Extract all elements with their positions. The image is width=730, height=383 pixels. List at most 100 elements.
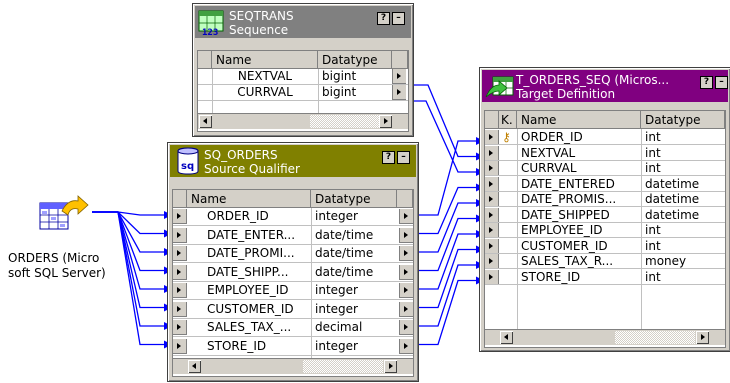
scroll-track[interactable]	[310, 115, 380, 128]
port-name: NEXTVAL	[237, 69, 293, 83]
minimize-button[interactable]: –	[715, 76, 728, 89]
source-label-line1: ORDERS (Micro	[8, 251, 100, 265]
port-row[interactable]: DATE_PROMIS... datetime	[485, 192, 725, 207]
seqtrans-titlebar[interactable]: 123 SEQTRANS Sequence ? –	[195, 6, 411, 38]
minimize-button[interactable]: –	[397, 151, 410, 164]
minimize-button[interactable]: –	[392, 12, 405, 25]
port-datatype: bigint	[322, 69, 357, 83]
port-datatype: bigint	[322, 85, 357, 99]
help-button[interactable]: ?	[700, 76, 713, 89]
link-line	[411, 100, 476, 173]
output-port-arrow[interactable]	[399, 246, 413, 261]
seqtrans-window[interactable]: 123 SEQTRANS Sequence ? – Name Datatype …	[192, 3, 414, 137]
input-port-arrow[interactable]	[173, 209, 187, 224]
input-port-arrow[interactable]	[485, 223, 499, 238]
seqtrans-hscrollbar[interactable]	[198, 113, 408, 129]
output-port-arrow[interactable]	[399, 227, 413, 243]
target-window[interactable]: T_ORDERS_SEQ (Micros... Target Definitio…	[479, 67, 730, 352]
help-button[interactable]: ?	[382, 151, 395, 164]
target-header-name[interactable]: Name	[517, 111, 641, 129]
scroll-right-button[interactable]	[696, 331, 709, 344]
seqtrans-header-datatype[interactable]: Datatype	[318, 51, 392, 69]
scroll-track[interactable]	[615, 331, 695, 344]
input-port-arrow[interactable]	[173, 338, 187, 354]
port-row[interactable]: SALES_TAX_... decimal	[173, 320, 413, 335]
input-port-arrow[interactable]	[173, 264, 187, 280]
sq-orders-header-blank	[173, 190, 187, 208]
input-port-arrow[interactable]	[485, 192, 499, 207]
link-line	[416, 186, 476, 235]
input-port-arrow[interactable]	[173, 246, 187, 261]
target-header-datatype[interactable]: Datatype	[641, 111, 725, 129]
scroll-left-button[interactable]	[188, 360, 201, 373]
input-port-arrow[interactable]	[485, 161, 499, 176]
output-port-arrow[interactable]	[399, 264, 413, 280]
port-datatype: date/time	[315, 264, 374, 279]
port-row[interactable]: CUSTOMER_ID int	[485, 238, 725, 254]
scroll-left-button[interactable]	[500, 331, 513, 344]
help-button[interactable]: ?	[377, 12, 390, 25]
input-port-arrow[interactable]	[485, 207, 499, 223]
input-port-arrow[interactable]	[173, 301, 187, 317]
row-separator	[173, 280, 413, 282]
source-orders[interactable]: ORDERS (Micro soft SQL Server)	[8, 195, 118, 290]
port-row[interactable]: CURRVAL int	[485, 161, 725, 176]
port-row[interactable]: STORE_ID integer	[173, 338, 413, 354]
output-port-arrow[interactable]	[399, 301, 413, 317]
target-titlebar[interactable]: T_ORDERS_SEQ (Micros... Target Definitio…	[482, 70, 728, 102]
input-port-arrow[interactable]	[173, 227, 187, 243]
port-row[interactable]: DATE_SHIPP... date/time	[173, 264, 413, 280]
port-row[interactable]: EMPLOYEE_ID integer	[173, 283, 413, 298]
port-name: DATE_PROMI...	[207, 246, 295, 260]
key-icon: ⚷	[502, 130, 511, 144]
port-row[interactable]: NEXTVAL bigint	[198, 69, 408, 84]
scroll-track[interactable]	[303, 360, 383, 373]
scroll-right-button[interactable]	[384, 360, 397, 373]
sq-orders-header-name[interactable]: Name	[187, 190, 311, 208]
input-port-arrow[interactable]	[485, 269, 499, 285]
output-port-arrow[interactable]	[399, 209, 413, 224]
port-row[interactable]: DATE_PROMI... date/time	[173, 246, 413, 261]
seqtrans-header-blank	[198, 51, 212, 69]
port-datatype: datetime	[645, 192, 700, 206]
port-row[interactable]: DATE_SHIPPED datetime	[485, 207, 725, 223]
port-row[interactable]: DATE_ENTERED datetime	[485, 176, 725, 192]
column-separator	[318, 69, 319, 113]
scroll-right-button[interactable]	[379, 115, 392, 128]
port-name: ORDER_ID	[521, 130, 583, 144]
target-port-grid: K. Name Datatype ⚷ ORDER_ID int NEXTVAL int C…	[484, 110, 726, 348]
input-port-arrow[interactable]	[485, 130, 499, 145]
port-row[interactable]: STORE_ID int	[485, 269, 725, 285]
port-row[interactable]: SALES_TAX_R... money	[485, 254, 725, 269]
output-port-arrow[interactable]	[399, 320, 413, 335]
sq-orders-titlebar[interactable]: sq SQ_ORDERS Source Qualifier ? –	[170, 145, 416, 177]
target-header-key[interactable]: K.	[499, 111, 517, 129]
output-port-arrow[interactable]	[392, 85, 406, 100]
output-port-arrow[interactable]	[392, 69, 406, 84]
port-row[interactable]: NEXTVAL int	[485, 145, 725, 161]
input-port-arrow[interactable]	[485, 145, 499, 161]
sq-orders-hscrollbar[interactable]	[173, 358, 413, 374]
output-port-arrow[interactable]	[399, 283, 413, 298]
port-row[interactable]: CUSTOMER_ID integer	[173, 301, 413, 317]
port-row[interactable]: ⚷ ORDER_ID int	[485, 130, 725, 145]
input-port-arrow[interactable]	[485, 238, 499, 254]
port-name: EMPLOYEE_ID	[207, 283, 289, 297]
sq-orders-window[interactable]: sq SQ_ORDERS Source Qualifier ? – Name D…	[167, 142, 419, 382]
output-port-arrow[interactable]	[399, 338, 413, 354]
seqtrans-header-name[interactable]: Name	[212, 51, 318, 69]
sq-orders-header-datatype[interactable]: Datatype	[311, 190, 397, 208]
port-row[interactable]: DATE_ENTER... date/time	[173, 227, 413, 243]
input-port-arrow[interactable]	[173, 320, 187, 335]
target-hscrollbar[interactable]	[485, 329, 725, 345]
input-port-arrow[interactable]	[485, 176, 499, 192]
input-port-arrow[interactable]	[485, 254, 499, 269]
port-row[interactable]: CURRVAL bigint	[198, 85, 408, 100]
scroll-left-button[interactable]	[199, 115, 212, 128]
port-datatype: int	[645, 269, 661, 284]
port-row[interactable]: EMPLOYEE_ID int	[485, 223, 725, 238]
port-datatype: int	[645, 130, 661, 144]
column-separator	[517, 129, 518, 329]
port-row[interactable]: ORDER_ID integer	[173, 209, 413, 224]
input-port-arrow[interactable]	[173, 283, 187, 298]
